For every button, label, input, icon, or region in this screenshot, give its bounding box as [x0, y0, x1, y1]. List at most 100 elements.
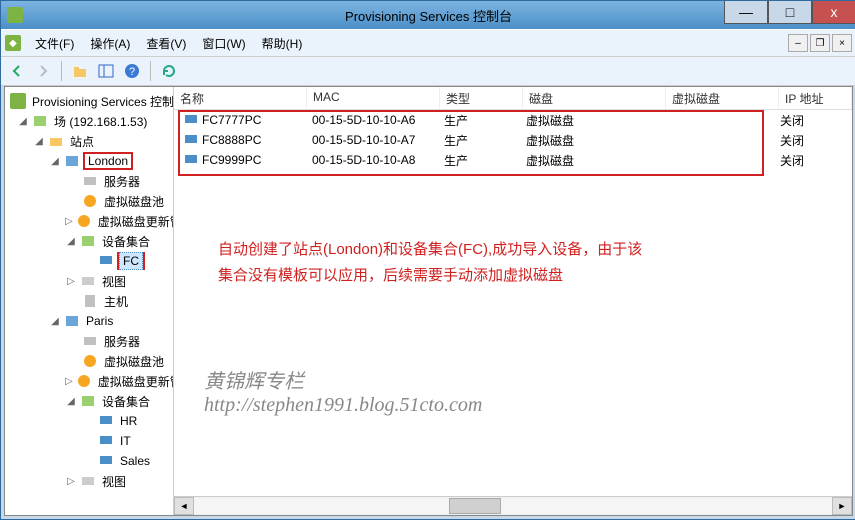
column-mac[interactable]: MAC [307, 87, 440, 109]
toolbar: ? [1, 57, 855, 86]
mdi-minimize-button[interactable]: – [788, 34, 808, 52]
app-icon [7, 7, 23, 23]
expander-icon[interactable]: ◢ [65, 236, 77, 247]
tree-sites[interactable]: ◢ 站点 [5, 131, 173, 151]
list-row[interactable]: FC8888PC 00-15-5D-10-10-A7 生产 虚拟磁盘 关闭 [174, 130, 852, 150]
scroll-right-button[interactable]: ► [832, 497, 852, 515]
collection-icon [80, 393, 96, 409]
toolbar-up-button[interactable] [68, 59, 92, 83]
disk-icon [82, 193, 98, 209]
expander-icon[interactable]: ◢ [49, 156, 61, 167]
tree-sites-label: 站点 [67, 132, 97, 151]
column-disk[interactable]: 磁盘 [523, 87, 666, 109]
expander-icon[interactable]: ◢ [65, 396, 77, 407]
pc-icon [98, 253, 114, 269]
tree-root-label: Provisioning Services 控制台 [29, 92, 174, 111]
tree-london-label: London [85, 153, 131, 169]
host-icon [82, 293, 98, 309]
window-minimize-button[interactable]: — [724, 1, 768, 24]
window-close-button[interactable]: x [812, 1, 855, 24]
tree-london-servers[interactable]: 服务器 [5, 171, 173, 191]
column-name[interactable]: 名称 [174, 87, 307, 109]
tree-paris-views[interactable]: ▷视图 [5, 471, 173, 491]
console-icon [10, 93, 26, 109]
expander-icon[interactable]: ▷ [65, 476, 77, 487]
mdi-close-button[interactable]: × [832, 34, 852, 52]
update-icon [76, 213, 92, 229]
svg-text:?: ? [129, 66, 135, 78]
list-row[interactable]: FC9999PC 00-15-5D-10-10-A8 生产 虚拟磁盘 关闭 [174, 150, 852, 170]
expander-icon[interactable]: ▷ [65, 276, 77, 287]
pc-icon [98, 413, 114, 429]
farm-icon [32, 113, 48, 129]
watermark-text: 黄锦辉专栏 http://stephen1991.blog.51cto.com [204, 365, 482, 417]
tree-root[interactable]: Provisioning Services 控制台 [5, 91, 173, 111]
tree-paris-label: Paris [83, 313, 116, 329]
content-area: Provisioning Services 控制台 ◢ 场 (192.168.1… [4, 86, 853, 516]
scroll-track[interactable] [194, 498, 832, 514]
toolbar-back-button[interactable] [5, 59, 29, 83]
tree-london-views[interactable]: ▷视图 [5, 271, 173, 291]
expander-icon[interactable]: ▷ [65, 376, 73, 387]
expander-icon[interactable]: ◢ [49, 316, 61, 327]
mdi-restore-button[interactable]: ❐ [810, 34, 830, 52]
menu-file[interactable]: 文件(F) [27, 32, 82, 54]
horizontal-scrollbar[interactable]: ◄ ► [174, 496, 852, 515]
list-header: 名称 MAC 类型 磁盘 虚拟磁盘 IP 地址 [174, 87, 852, 110]
tree-collection-sales[interactable]: Sales [5, 451, 173, 471]
tree-paris-device-collections[interactable]: ◢设备集合 [5, 391, 173, 411]
collection-icon [80, 233, 96, 249]
menu-help[interactable]: 帮助(H) [254, 32, 311, 54]
window-title: Provisioning Services 控制台 [345, 6, 512, 25]
scroll-left-button[interactable]: ◄ [174, 497, 194, 515]
column-vdisk[interactable]: 虚拟磁盘 [666, 87, 779, 109]
site-icon [64, 313, 80, 329]
device-icon [183, 112, 199, 128]
list-row[interactable]: FC7777PC 00-15-5D-10-10-A6 生产 虚拟磁盘 关闭 [174, 110, 852, 130]
expander-icon[interactable]: ▷ [65, 216, 73, 227]
tree-collection-it[interactable]: IT [5, 431, 173, 451]
tree-paris-servers[interactable]: 服务器 [5, 331, 173, 351]
tree-site-paris[interactable]: ◢ Paris [5, 311, 173, 331]
tree-panel[interactable]: Provisioning Services 控制台 ◢ 场 (192.168.1… [5, 87, 174, 515]
tree-site-london[interactable]: ◢ London [5, 151, 173, 171]
server-icon [82, 333, 98, 349]
column-ip[interactable]: IP 地址 [779, 87, 852, 109]
pc-icon [98, 433, 114, 449]
tree-collection-fc[interactable]: FC [5, 251, 173, 271]
tree-paris-vdisk-update[interactable]: ▷虚拟磁盘更新管理 [5, 371, 173, 391]
tree-fc-label: FC [119, 252, 143, 270]
tree-farm-label: 场 (192.168.1.53) [51, 112, 150, 131]
device-icon [183, 152, 199, 168]
update-icon [76, 373, 92, 389]
menu-window[interactable]: 窗口(W) [194, 32, 253, 54]
app-window: Provisioning Services 控制台 — □ x ◆ 文件(F) … [0, 0, 855, 520]
expander-icon[interactable]: ◢ [17, 116, 29, 127]
menu-action[interactable]: 操作(A) [82, 32, 138, 54]
menubar: ◆ 文件(F) 操作(A) 查看(V) 窗口(W) 帮助(H) – ❐ × [1, 29, 855, 57]
mmc-icon: ◆ [5, 35, 21, 51]
tree-london-vdisk-pool[interactable]: 虚拟磁盘池 [5, 191, 173, 211]
tree-farm[interactable]: ◢ 场 (192.168.1.53) [5, 111, 173, 131]
sites-icon [48, 133, 64, 149]
window-maximize-button[interactable]: □ [768, 1, 812, 24]
annotation-text: 自动创建了站点(London)和设备集合(FC),成功导入设备，由于该 集合没有… [218, 237, 642, 288]
toolbar-refresh-button[interactable] [157, 59, 181, 83]
tree-london-hosts[interactable]: 主机 [5, 291, 173, 311]
toolbar-help-button[interactable]: ? [120, 59, 144, 83]
disk-icon [82, 353, 98, 369]
tree-collection-hr[interactable]: HR [5, 411, 173, 431]
toolbar-show-hide-tree-button[interactable] [94, 59, 118, 83]
toolbar-forward-button[interactable] [31, 59, 55, 83]
titlebar[interactable]: Provisioning Services 控制台 — □ x [1, 1, 855, 29]
server-icon [82, 173, 98, 189]
menu-view[interactable]: 查看(V) [138, 32, 194, 54]
tree-london-device-collections[interactable]: ◢设备集合 [5, 231, 173, 251]
tree-london-vdisk-update[interactable]: ▷虚拟磁盘更新管理 [5, 211, 173, 231]
expander-icon[interactable]: ◢ [33, 136, 45, 147]
views-icon [80, 273, 96, 289]
views-icon [80, 473, 96, 489]
column-type[interactable]: 类型 [440, 87, 523, 109]
scroll-thumb[interactable] [449, 498, 501, 514]
tree-paris-vdisk-pool[interactable]: 虚拟磁盘池 [5, 351, 173, 371]
